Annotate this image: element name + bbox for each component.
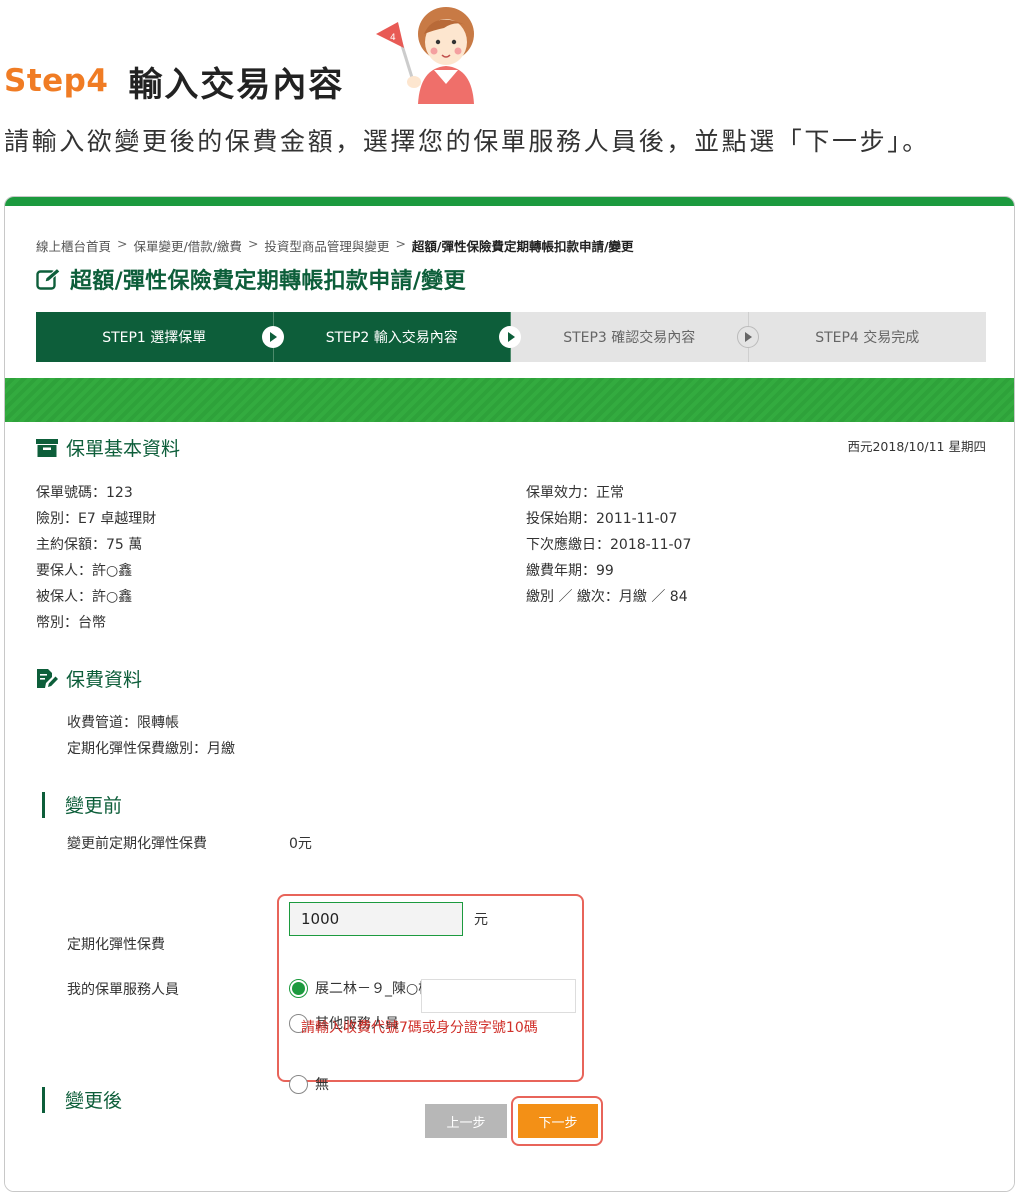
step-arrow-icon xyxy=(736,326,759,348)
agent-option-label: 展二林－９_陳○桃 xyxy=(315,981,433,997)
breadcrumb-investment-management[interactable]: 投資型商品管理與變更 xyxy=(264,236,389,255)
breadcrumb-separator: > xyxy=(395,236,406,251)
step-4: STEP4 交易完成 xyxy=(748,312,986,362)
prev-step-button[interactable]: 上一步 xyxy=(425,1104,507,1138)
after-change-section-heading: 變更後 xyxy=(42,1086,122,1113)
other-agent-input[interactable] xyxy=(421,979,576,1013)
step-3-label: STEP3 確認交易內容 xyxy=(563,330,696,346)
page-title-text: 超額/彈性保險費定期轉帳扣款申請/變更 xyxy=(70,269,466,294)
before-change-label: 變更前定期化彈性保費 xyxy=(67,836,207,852)
validation-error: 請輸入收費代號7碼或身分證字號10碼 xyxy=(301,1020,538,1036)
currency: 幣別：台幣 xyxy=(36,615,106,631)
step-2: STEP2 輸入交易內容 xyxy=(273,312,521,362)
step-1: STEP1 選擇保單 xyxy=(36,312,284,362)
document-edit-icon xyxy=(37,668,58,688)
guide-description: 請輸入欲變更後的保費金額，選擇您的保單服務人員後，並點選「下一步」。 xyxy=(4,127,930,156)
agent-option-assigned[interactable]: 展二林－９_陳○桃 xyxy=(289,978,432,998)
premium-info-heading-text: 保費資料 xyxy=(66,669,143,691)
radio-button-checked[interactable] xyxy=(289,978,308,998)
sum-insured: 主約保額：75 萬 xyxy=(36,537,143,553)
policy-holder: 要保人：許○鑫 xyxy=(36,563,133,579)
flexible-premium-input[interactable] xyxy=(289,902,463,936)
date-stamp: 西元2018/10/11 星期四 xyxy=(847,439,986,454)
guide-heading: Step4 輸入交易內容 xyxy=(4,56,344,106)
flexible-premium-label: 定期化彈性保費 xyxy=(67,937,165,953)
policy-status: 保單效力：正常 xyxy=(526,485,624,501)
policy-info-heading: 保單基本資料 xyxy=(36,434,180,461)
payment-frequency-count: 繳別 ／ 繳次：月繳 ／ 84 xyxy=(526,589,688,605)
service-agent-label: 我的保單服務人員 xyxy=(67,982,179,998)
after-change-heading-text: 變更後 xyxy=(65,1090,123,1112)
step-1-label: STEP1 選擇保單 xyxy=(102,330,207,346)
breadcrumb-current: 超額/彈性保險費定期轉帳扣款申請/變更 xyxy=(411,239,634,254)
premium-info-heading: 保費資料 xyxy=(36,665,142,692)
step-2-label: STEP2 輸入交易內容 xyxy=(325,330,458,346)
header-card: 線上櫃台首頁 > 保單變更/借款/繳費 > 投資型商品管理與變更 > 超額/彈性… xyxy=(5,206,1014,378)
policy-type: 險別：E7 卓越理財 xyxy=(36,511,157,527)
breadcrumb-policy-change[interactable]: 保單變更/借款/繳費 xyxy=(134,236,242,255)
policy-number: 保單號碼：123 xyxy=(36,485,133,501)
step-4-label: STEP4 交易完成 xyxy=(815,330,920,346)
breadcrumb-separator: > xyxy=(117,236,128,251)
agent-option-none[interactable]: 無 xyxy=(289,1074,329,1094)
breadcrumb-home[interactable]: 線上櫃台首頁 xyxy=(36,236,111,255)
archive-box-icon xyxy=(36,438,58,457)
guide-title: 輸入交易內容 xyxy=(128,64,345,105)
next-due-date: 下次應繳日：2018-11-07 xyxy=(526,537,692,553)
radio-button[interactable] xyxy=(289,1074,308,1094)
agent-option-label: 無 xyxy=(315,1077,329,1093)
payment-years: 繳費年期：99 xyxy=(526,563,614,579)
green-band xyxy=(5,378,1014,422)
amount-unit: 元 xyxy=(474,912,488,928)
policy-info-heading-text: 保單基本資料 xyxy=(66,438,181,460)
flag-number: 4 xyxy=(390,33,396,43)
edit-icon xyxy=(36,267,61,290)
step-progress: STEP1 選擇保單 STEP2 輸入交易內容 STEP3 確認交易內容 STE… xyxy=(36,312,986,362)
insured-person: 被保人：許○鑫 xyxy=(36,589,133,605)
collection-channel: 收費管道：限轉帳 xyxy=(67,715,179,731)
step-arrow-icon xyxy=(499,326,521,348)
before-change-value: 0元 xyxy=(289,836,312,852)
top-stripe xyxy=(5,197,1014,206)
step-3: STEP3 確認交易內容 xyxy=(511,312,759,362)
before-change-heading-text: 變更前 xyxy=(65,795,123,817)
flexible-premium-frequency: 定期化彈性保費繳別：月繳 xyxy=(67,741,235,757)
guide-step-label: Step4 xyxy=(4,63,109,99)
page-title: 超額/彈性保險費定期轉帳扣款申請/變更 xyxy=(36,261,466,297)
app-frame: 線上櫃台首頁 > 保單變更/借款/繳費 > 投資型商品管理與變更 > 超額/彈性… xyxy=(4,196,1015,1192)
before-change-section-heading: 變更前 xyxy=(42,791,122,818)
mascot-illustration: 4 xyxy=(376,7,474,104)
policy-start-date: 投保始期：2011-11-07 xyxy=(526,511,678,527)
breadcrumb: 線上櫃台首頁 > 保單變更/借款/繳費 > 投資型商品管理與變更 > 超額/彈性… xyxy=(36,236,634,255)
breadcrumb-separator: > xyxy=(247,236,259,251)
next-step-button[interactable]: 下一步 xyxy=(518,1104,598,1138)
section-bar xyxy=(42,791,45,818)
section-bar xyxy=(42,1086,45,1113)
step-arrow-icon xyxy=(261,326,284,348)
